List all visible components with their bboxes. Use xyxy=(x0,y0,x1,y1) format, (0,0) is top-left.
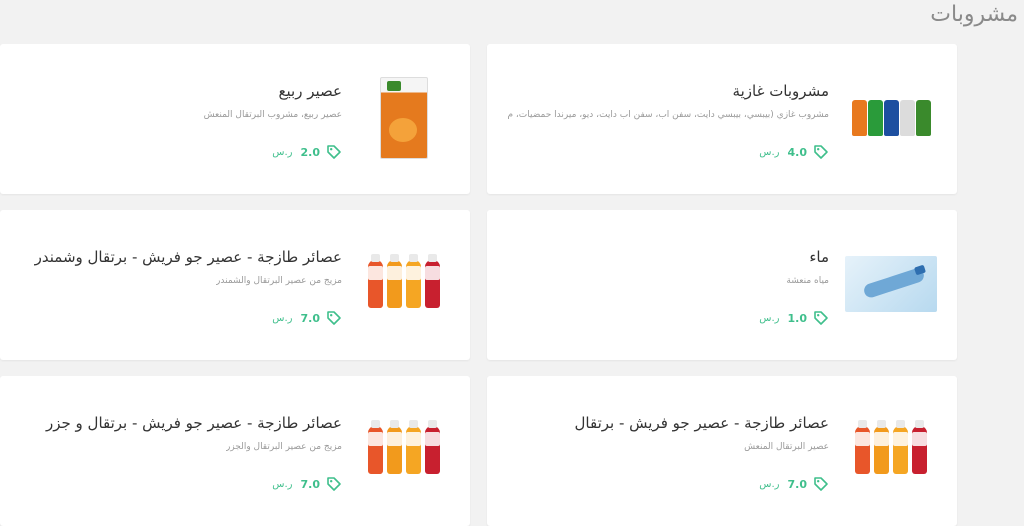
product-description: مشروب غازي (بيبسي، بيبسي دايت، سفن اب، س… xyxy=(507,110,829,120)
product-card-rabie-juice[interactable]: عصير ربيع عصير ربيع، مشروب البرتقال المن… xyxy=(0,44,470,194)
product-name: ماء xyxy=(809,248,829,266)
product-name: مشروبات غازية xyxy=(732,82,829,100)
product-card-orange-juice[interactable]: عصائر طازجة - عصير جو فريش - برتقال عصير… xyxy=(487,376,957,526)
price-amount: 7.0 xyxy=(300,311,321,325)
product-name: عصير ربيع xyxy=(278,82,342,100)
product-description: مزيج من عصير البرتقال والجزر xyxy=(225,442,342,452)
product-description: عصير ربيع، مشروب البرتقال المنعش xyxy=(203,110,342,120)
price-tag-icon xyxy=(327,145,341,159)
price-currency: ر.س xyxy=(272,478,293,490)
price-amount: 7.0 xyxy=(300,477,321,491)
product-name: عصائر طازجة - عصير جو فريش - برتقال و جز… xyxy=(45,414,342,432)
price-amount: 2.0 xyxy=(300,145,321,159)
product-name: عصائر طازجة - عصير جو فريش - برتقال وشمن… xyxy=(34,248,342,266)
product-price: 7.0 ر.س xyxy=(272,310,342,326)
price-tag-icon xyxy=(814,311,828,325)
product-price: 2.0 ر.س xyxy=(272,144,342,160)
price-currency: ر.س xyxy=(272,146,293,158)
soda-cans-image xyxy=(845,74,937,162)
product-price: 7.0 ر.س xyxy=(759,476,829,492)
product-description: عصير البرتقال المنعش xyxy=(744,442,829,452)
price-amount: 1.0 xyxy=(787,311,808,325)
price-amount: 7.0 xyxy=(787,477,808,491)
product-card-soft-drinks[interactable]: مشروبات غازية مشروب غازي (بيبسي، بيبسي د… xyxy=(487,44,957,194)
water-bottle-image xyxy=(845,240,937,328)
product-description: مزيج من عصير البرتقال والشمندر xyxy=(216,276,342,286)
product-card-orange-carrot-juice[interactable]: عصائر طازجة - عصير جو فريش - برتقال و جز… xyxy=(0,376,470,526)
juice-bottles-image xyxy=(358,406,450,494)
price-currency: ر.س xyxy=(759,146,780,158)
price-tag-icon xyxy=(814,145,828,159)
price-tag-icon xyxy=(327,477,341,491)
section-title: مشروبات xyxy=(930,2,1018,27)
juice-box-image xyxy=(358,74,450,162)
product-price: 4.0 ر.س xyxy=(759,144,829,160)
product-price: 7.0 ر.س xyxy=(272,476,342,492)
product-card-orange-beet-juice[interactable]: عصائر طازجة - عصير جو فريش - برتقال وشمن… xyxy=(0,210,470,360)
price-currency: ر.س xyxy=(759,478,780,490)
product-name: عصائر طازجة - عصير جو فريش - برتقال xyxy=(574,414,829,432)
juice-bottles-image xyxy=(845,406,937,494)
juice-bottles-image xyxy=(358,240,450,328)
price-tag-icon xyxy=(814,477,828,491)
product-card-water[interactable]: ماء مياه منعشة 1.0 ر.س xyxy=(487,210,957,360)
price-currency: ر.س xyxy=(759,312,780,324)
product-price: 1.0 ر.س xyxy=(759,310,829,326)
price-currency: ر.س xyxy=(272,312,293,324)
product-description: مياه منعشة xyxy=(786,276,829,286)
price-amount: 4.0 xyxy=(787,145,808,159)
price-tag-icon xyxy=(327,311,341,325)
